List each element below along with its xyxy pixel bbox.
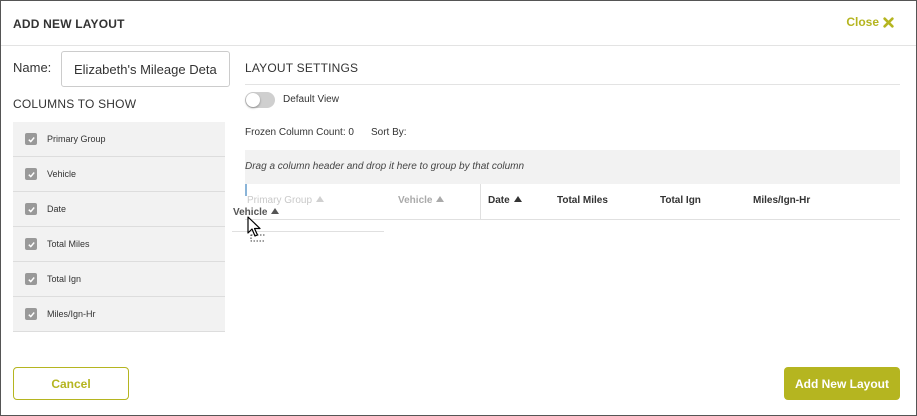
checkbox-checked-icon[interactable] (25, 133, 37, 145)
column-item-label: Primary Group (47, 134, 106, 144)
checkbox-checked-icon[interactable] (25, 203, 37, 215)
checkbox-checked-icon[interactable] (25, 273, 37, 285)
checkbox-checked-icon[interactable] (25, 238, 37, 250)
sort-arrow-icon (271, 208, 280, 214)
column-header-miles-ign-hr[interactable]: Miles/Ign-Hr (753, 195, 810, 206)
column-item-label: Vehicle (47, 169, 77, 179)
column-header-label: Total Ign (660, 195, 701, 206)
frozen-column-count: Frozen Column Count: 0 (245, 127, 354, 138)
sort-arrow-icon (316, 196, 325, 202)
group-hint-text: Drag a column header and drop it here to… (245, 161, 525, 172)
column-item-total-miles[interactable]: Total Miles (13, 227, 225, 262)
column-item-date[interactable]: Date (13, 192, 225, 227)
column-header-total-miles[interactable]: Total Miles (557, 195, 608, 206)
column-header-label: Vehicle (398, 195, 433, 206)
checkbox-checked-icon[interactable] (25, 168, 37, 180)
layout-settings-title: LAYOUT SETTINGS (245, 61, 359, 75)
column-item-miles-ign-hr[interactable]: Miles/Ign-Hr (13, 297, 225, 332)
column-header-label: Date (488, 195, 510, 206)
add-new-layout-button[interactable]: Add New Layout (784, 367, 900, 400)
column-item-vehicle[interactable]: Vehicle (13, 157, 225, 192)
close-x-icon (883, 16, 894, 28)
column-header-vehicle[interactable]: Vehicle (398, 195, 445, 206)
column-item-label: Total Ign (47, 274, 82, 284)
toggle-knob (246, 93, 260, 107)
grid-header-row: Primary Group Vehicle Date Total Miles T… (245, 184, 900, 220)
layout-name-input[interactable] (61, 51, 230, 87)
close-label: Close (846, 15, 879, 29)
column-header-label: Miles/Ign-Hr (753, 195, 811, 206)
column-header-date[interactable]: Date (488, 195, 522, 206)
columns-list: Primary Group Vehicle Date Total Miles T… (13, 122, 225, 332)
checkbox-checked-icon[interactable] (25, 308, 37, 320)
settings-divider (245, 84, 900, 85)
column-header-total-ign[interactable]: Total Ign (660, 195, 701, 206)
column-item-label: Total Miles (47, 239, 90, 249)
cancel-button[interactable]: Cancel (13, 367, 129, 400)
column-header-label: Total Miles (557, 195, 608, 206)
drag-cursor-icon (247, 216, 265, 242)
name-label: Name: (13, 60, 52, 75)
sort-arrow-icon (436, 196, 445, 202)
default-view-label: Default View (283, 94, 339, 105)
dialog-title: ADD NEW LAYOUT (13, 17, 125, 31)
column-divider (480, 184, 481, 220)
columns-to-show-title: COLUMNS TO SHOW (13, 97, 137, 111)
add-layout-dialog: ADD NEW LAYOUT Close Name: COLUMNS TO SH… (0, 0, 917, 416)
column-header-label: Primary Group (247, 195, 313, 206)
sort-arrow-icon (513, 196, 522, 202)
column-item-label: Miles/Ign-Hr (47, 309, 96, 319)
column-item-label: Date (47, 204, 67, 214)
dialog-header: ADD NEW LAYOUT Close (1, 1, 916, 46)
sort-by-label: Sort By: (371, 127, 407, 138)
default-view-toggle[interactable] (245, 92, 275, 108)
group-drop-zone[interactable]: Drag a column header and drop it here to… (245, 150, 900, 184)
column-item-total-ign[interactable]: Total Ign (13, 262, 225, 297)
close-button[interactable]: Close (846, 15, 894, 29)
column-item-primary-group[interactable]: Primary Group (13, 122, 225, 157)
column-header-primary-group[interactable]: Primary Group (247, 195, 325, 206)
